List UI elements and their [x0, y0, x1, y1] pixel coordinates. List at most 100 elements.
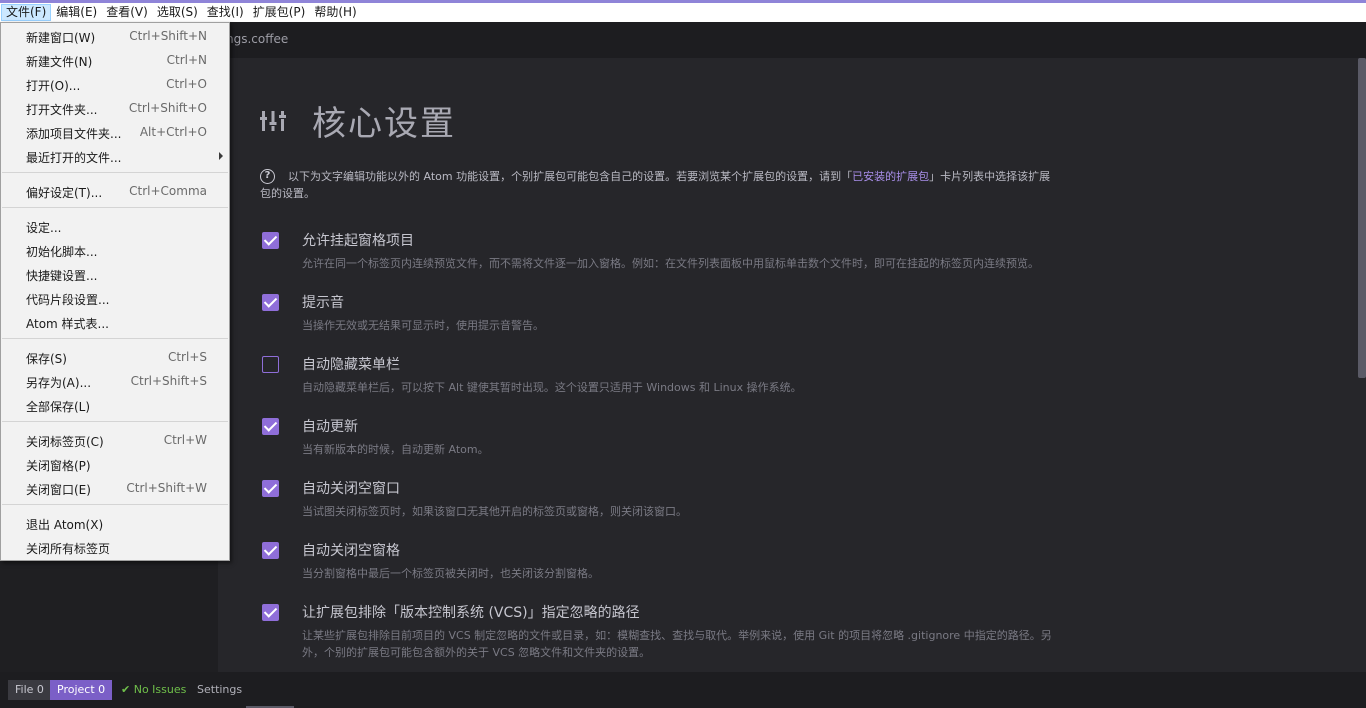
setting-description: 自动隐藏菜单栏后，可以按下 Alt 键使其暂时出现。这个设置只适用于 Windo… [302, 381, 802, 394]
file-menu-item[interactable]: 关闭窗格(P) [1, 452, 229, 476]
menu-item-label: 退出 Atom(X) [26, 518, 104, 532]
issues-label: No Issues [133, 683, 187, 696]
tab-label: ngs.coffee [226, 32, 289, 46]
menu-item-label: 快捷键设置... [26, 269, 98, 283]
file-menu-dropdown: 新建窗口(W) Ctrl+Shift+N 新建文件(N) Ctrl+N 打开(O)...… [0, 22, 230, 561]
file-menu-item[interactable]: 快捷键设置... [1, 262, 229, 286]
project-count-badge[interactable]: Project 0 [50, 680, 113, 700]
menu-item-label: 初始化脚本... [26, 245, 98, 259]
menu-item-shortcut: Ctrl+N [166, 53, 207, 67]
setting-title[interactable]: 自动关闭空窗格 [302, 540, 400, 560]
file-menu-item[interactable]: 关闭窗口(E) Ctrl+Shift+W [1, 476, 229, 500]
menu-item-label: 关闭所有标签页 [26, 542, 111, 556]
file-count-badge[interactable]: File 0 [8, 680, 51, 700]
setting-checkbox[interactable] [262, 542, 279, 559]
installed-packages-link[interactable]: 已安装的扩展包 [852, 170, 929, 183]
file-menu-item[interactable]: 添加项目文件夹... Alt+Ctrl+O [1, 120, 229, 144]
file-menu-item[interactable]: Atom 样式表... [1, 310, 229, 334]
setting-title[interactable]: 自动更新 [302, 416, 358, 436]
setting-description: 让某些扩展包排除目前项目的 VCS 制定忽略的文件或目录，如：模糊查找、查找与取… [302, 629, 1052, 659]
setting-title[interactable]: 提示音 [302, 292, 344, 312]
menu-separator [2, 207, 228, 208]
setting-description: 当分割窗格中最后一个标签页被关闭时，也关闭该分割窗格。 [302, 567, 599, 580]
menu-item-shortcut: Ctrl+S [167, 350, 207, 364]
menu-item-shortcut: Ctrl+Shift+S [130, 374, 207, 388]
menu-separator [2, 338, 228, 339]
linter-status[interactable]: ✔ No Issues [121, 683, 186, 696]
menu-item-shortcut: Ctrl+O [166, 77, 207, 91]
menubar: 文件(F) 编辑(E) 查看(V) 选取(S) 查找(I) 扩展包(P) 帮助(H) [0, 3, 1366, 22]
file-menu-item[interactable]: 最近打开的文件... [1, 144, 229, 168]
menu-item[interactable]: 查看(V) [102, 4, 152, 21]
setting-checkbox[interactable] [262, 480, 279, 497]
menu-separator [2, 421, 228, 422]
status-bar: File 0 Project 0 ✔ No Issues Settings [0, 672, 1366, 708]
file-menu-item[interactable]: 偏好设定(T)... Ctrl+Comma [1, 179, 229, 203]
menu-item[interactable]: 文件(F) [1, 4, 52, 21]
menu-separator [2, 172, 228, 173]
file-menu-item[interactable]: 退出 Atom(X) [1, 511, 229, 535]
sliders-icon [260, 110, 286, 131]
status-settings-tab[interactable]: Settings [197, 683, 242, 696]
menu-item[interactable]: 选取(S) [153, 4, 202, 21]
file-menu-item[interactable]: 设定... [1, 214, 229, 238]
settings-intro: ? 以下为文字编辑功能以外的 Atom 功能设置，个别扩展包可能包含自己的设置。若… [260, 168, 1060, 202]
setting-checkbox[interactable] [262, 294, 279, 311]
setting-title[interactable]: 允许挂起窗格项目 [302, 230, 414, 250]
menu-item-label: Atom 样式表... [26, 317, 109, 331]
file-menu-item[interactable]: 代码片段设置... [1, 286, 229, 310]
file-menu-item[interactable]: 初始化脚本... [1, 238, 229, 262]
menu-item-shortcut: Ctrl+W [163, 433, 207, 447]
menu-item-label: 打开(O)... [26, 79, 81, 93]
menu-item-label: 新建窗口(W) [26, 31, 96, 45]
file-menu-item[interactable]: 全部保存(L) [1, 393, 229, 417]
setting-checkbox[interactable] [262, 356, 279, 373]
setting-description: 允许在同一个标签页内连续预览文件，而不需将文件逐一加入窗格。例如：在文件列表面板… [302, 257, 1039, 270]
scrollbar-thumb[interactable] [1358, 58, 1366, 378]
file-menu-item[interactable]: 新建窗口(W) Ctrl+Shift+N [1, 24, 229, 48]
setting-title[interactable]: 自动关闭空窗口 [302, 478, 400, 498]
menu-item-label: 关闭窗格(P) [26, 459, 91, 473]
menu-item-label: 代码片段设置... [26, 293, 110, 307]
check-icon: ✔ [121, 683, 134, 696]
file-menu-item[interactable]: 打开(O)... Ctrl+O [1, 72, 229, 96]
file-menu-item[interactable]: 保存(S) Ctrl+S [1, 345, 229, 369]
file-menu-item[interactable]: 关闭所有标签页 [1, 535, 229, 559]
question-circle-icon: ? [260, 168, 275, 184]
menu-item-shortcut: Ctrl+Shift+N [129, 29, 207, 43]
menu-item-label: 设定... [26, 221, 62, 235]
setting-checkbox[interactable] [262, 232, 279, 249]
menu-item-shortcut: Alt+Ctrl+O [139, 125, 207, 139]
setting-title[interactable]: 自动隐藏菜单栏 [302, 354, 400, 374]
settings-pane: 核心设置 ? 以下为文字编辑功能以外的 Atom 功能设置，个别扩展包可能包含自己… [218, 58, 1358, 672]
menu-item-label: 关闭窗口(E) [26, 483, 91, 497]
menu-item-label: 全部保存(L) [26, 400, 91, 414]
menu-item-label: 保存(S) [26, 352, 67, 366]
setting-title[interactable]: 让扩展包排除「版本控制系统 (VCS)」指定忽略的路径 [302, 602, 640, 622]
menu-item[interactable]: 帮助(H) [310, 4, 360, 21]
file-menu-item[interactable]: 打开文件夹... Ctrl+Shift+O [1, 96, 229, 120]
chevron-right-icon [219, 152, 223, 160]
menu-item-shortcut: Ctrl+Shift+O [128, 101, 207, 115]
menu-item-label: 添加项目文件夹... [26, 127, 122, 141]
menu-item[interactable]: 扩展包(P) [249, 4, 310, 21]
setting-description: 当试图关闭标签页时，如果该窗口无其他开启的标签页或窗格，则关闭该窗口。 [302, 505, 687, 518]
page-title: 核心设置 [312, 104, 456, 144]
file-menu-item[interactable]: 新建文件(N) Ctrl+N [1, 48, 229, 72]
menu-item[interactable]: 查找(I) [203, 4, 248, 21]
menu-item[interactable]: 编辑(E) [52, 4, 101, 21]
setting-checkbox[interactable] [262, 604, 279, 621]
setting-description: 当操作无效或无结果可显示时，使用提示音警告。 [302, 319, 544, 332]
menu-item-shortcut: Ctrl+Comma [129, 184, 207, 198]
intro-text-before: 以下为文字编辑功能以外的 Atom 功能设置，个别扩展包可能包含自己的设置。若要… [288, 170, 853, 183]
menu-item-label: 最近打开的文件... [26, 151, 122, 165]
section-header: 核心设置 [260, 96, 456, 145]
menu-item-label: 偏好设定(T)... [26, 186, 103, 200]
setting-checkbox[interactable] [262, 418, 279, 435]
menu-item-label: 关闭标签页(C) [26, 435, 104, 449]
file-menu-item[interactable]: 另存为(A)... Ctrl+Shift+S [1, 369, 229, 393]
menu-item-label: 另存为(A)... [26, 376, 92, 390]
setting-description: 当有新版本的时候，自动更新 Atom。 [302, 443, 489, 456]
file-menu-item[interactable]: 关闭标签页(C) Ctrl+W [1, 428, 229, 452]
menu-item-shortcut: Ctrl+Shift+W [126, 481, 207, 495]
